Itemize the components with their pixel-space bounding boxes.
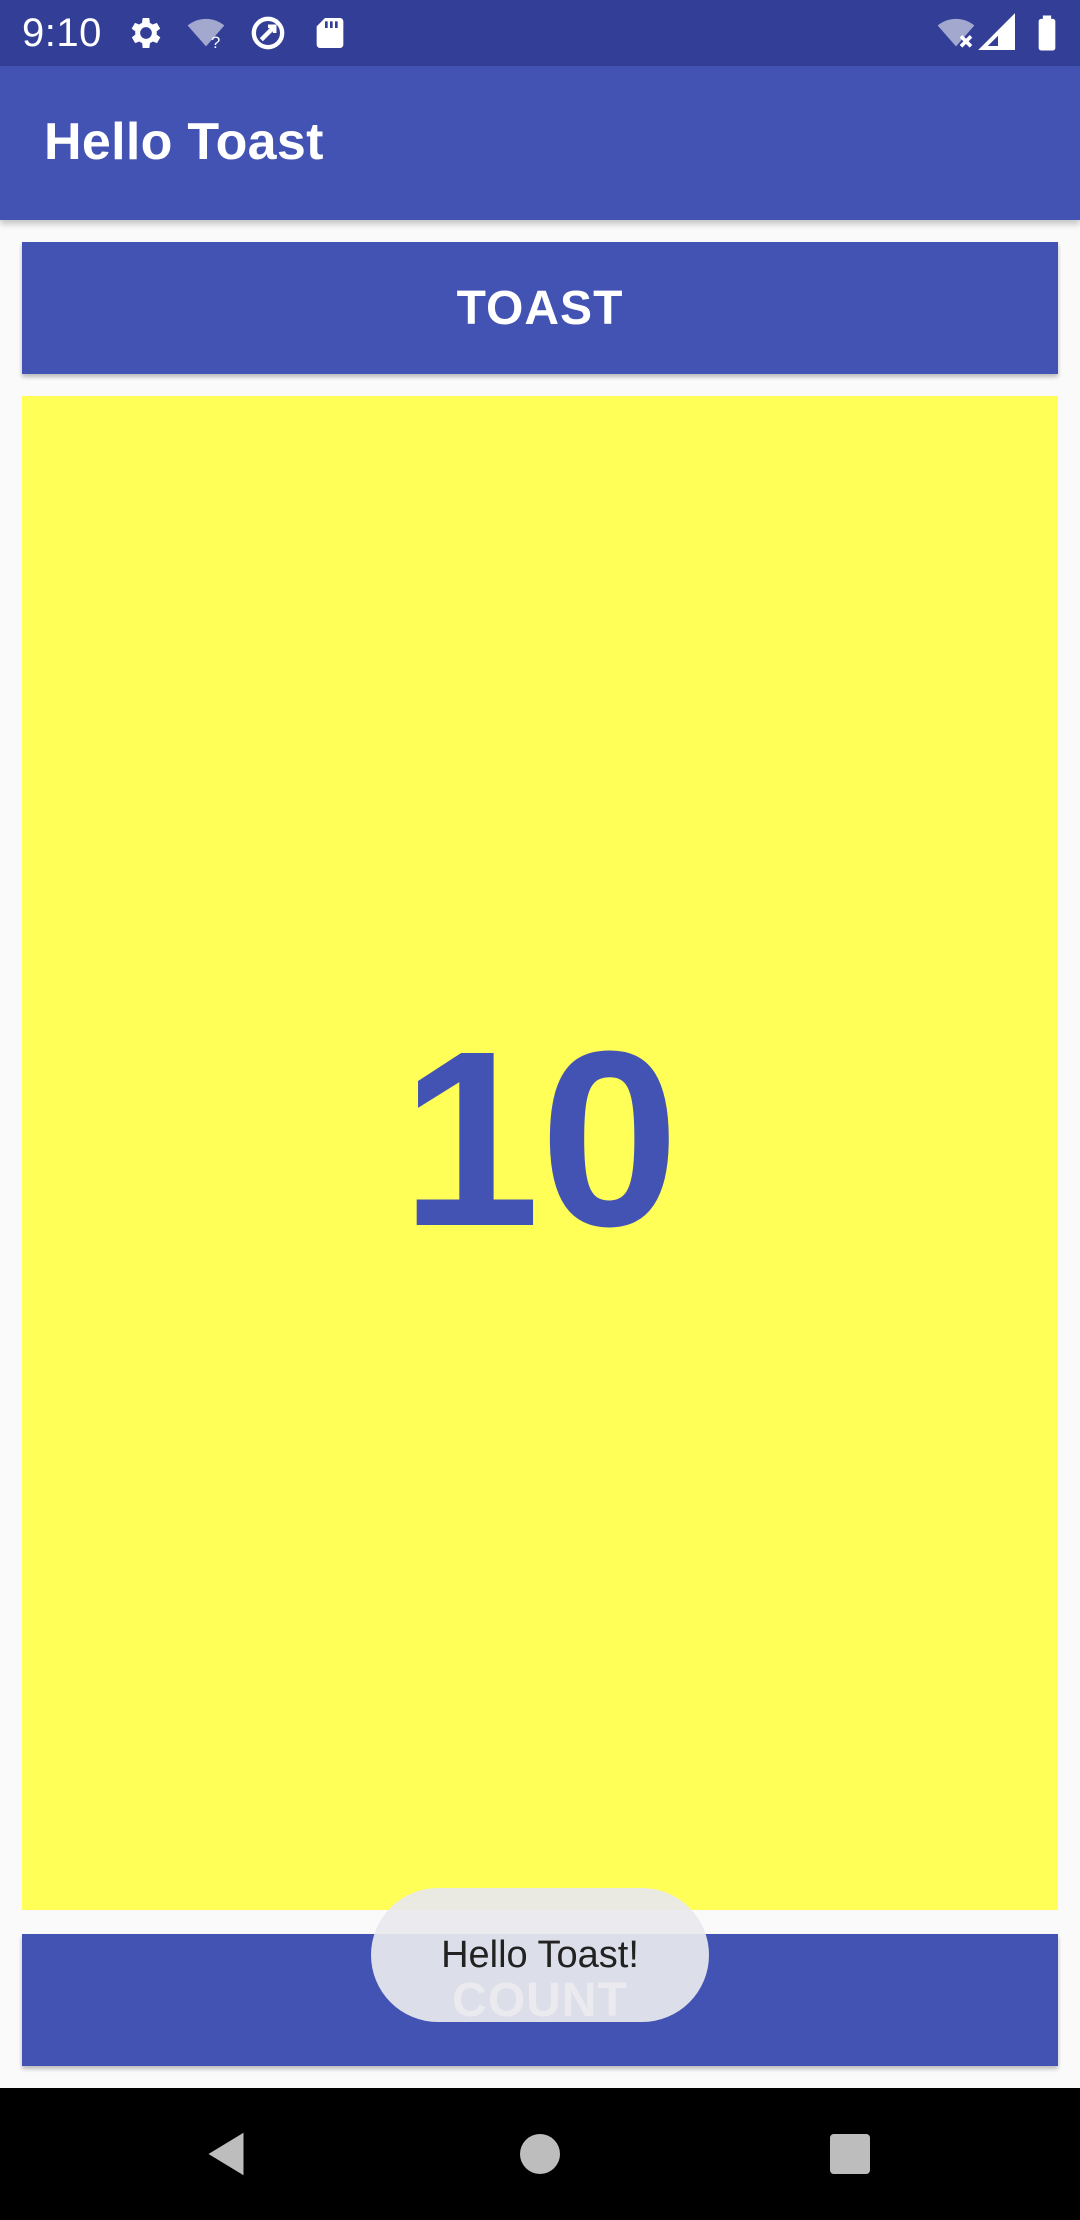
back-icon[interactable] bbox=[196, 2124, 256, 2184]
status-time: 9:10 bbox=[22, 11, 102, 55]
wifi-off-icon bbox=[936, 13, 976, 53]
cell-signal-icon bbox=[978, 13, 1018, 53]
wifi-unknown-icon: ? bbox=[186, 13, 226, 53]
toast-button[interactable]: TOAST bbox=[22, 242, 1058, 374]
status-bar: 9:10 ? bbox=[0, 0, 1080, 66]
app-bar: Hello Toast bbox=[0, 66, 1080, 220]
data-saver-icon bbox=[248, 13, 288, 53]
svg-text:?: ? bbox=[211, 33, 220, 52]
gear-icon bbox=[126, 13, 166, 53]
count-display: 10 bbox=[22, 396, 1058, 1910]
recents-icon[interactable] bbox=[820, 2124, 880, 2184]
app-title: Hello Toast bbox=[44, 113, 324, 171]
home-icon[interactable] bbox=[510, 2124, 570, 2184]
battery-icon bbox=[1026, 13, 1068, 53]
toast-message: Hello Toast! bbox=[441, 1934, 639, 1976]
count-value: 10 bbox=[400, 999, 680, 1278]
toast-popup: Hello Toast! bbox=[371, 1888, 709, 2022]
screen: 9:10 ? Hello Toast TOAST 10 COUN bbox=[0, 0, 1080, 2220]
navigation-bar bbox=[0, 2088, 1080, 2220]
sd-card-icon bbox=[310, 13, 350, 53]
